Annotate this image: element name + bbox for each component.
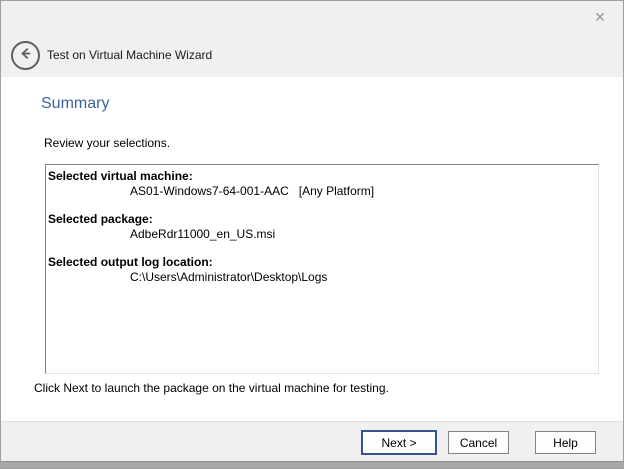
intro-text: Review your selections. xyxy=(44,136,170,150)
close-icon[interactable]: ✕ xyxy=(585,5,615,29)
summary-value: C:\Users\Administrator\Desktop\Logs xyxy=(48,270,596,285)
summary-box: Selected virtual machine: AS01-Windows7-… xyxy=(45,164,599,374)
summary-section-package: Selected package: AdbeRdr11000_en_US.msi xyxy=(48,212,596,242)
summary-label: Selected package: xyxy=(48,212,596,227)
page-title: Summary xyxy=(41,95,109,113)
button-bar xyxy=(1,421,623,463)
wizard-window: ✕ Test on Virtual Machine Wizard Summary… xyxy=(0,0,624,469)
back-button[interactable] xyxy=(11,41,40,70)
summary-value: AS01-Windows7-64-001-AAC [Any Platform] xyxy=(48,184,596,199)
help-button[interactable]: Help xyxy=(535,431,596,454)
summary-section-output-log: Selected output log location: C:\Users\A… xyxy=(48,255,596,285)
summary-label: Selected virtual machine: xyxy=(48,169,596,184)
window-bottom-edge xyxy=(1,461,623,468)
summary-section-virtual-machine: Selected virtual machine: AS01-Windows7-… xyxy=(48,169,596,199)
summary-value: AdbeRdr11000_en_US.msi xyxy=(48,227,596,242)
wizard-header: ✕ Test on Virtual Machine Wizard xyxy=(1,1,623,77)
wizard-title: Test on Virtual Machine Wizard xyxy=(47,48,212,62)
next-button[interactable]: Next > xyxy=(361,430,437,455)
back-arrow-icon xyxy=(17,45,34,67)
summary-label: Selected output log location: xyxy=(48,255,596,270)
footer-note: Click Next to launch the package on the … xyxy=(34,381,389,395)
cancel-button[interactable]: Cancel xyxy=(448,431,509,454)
